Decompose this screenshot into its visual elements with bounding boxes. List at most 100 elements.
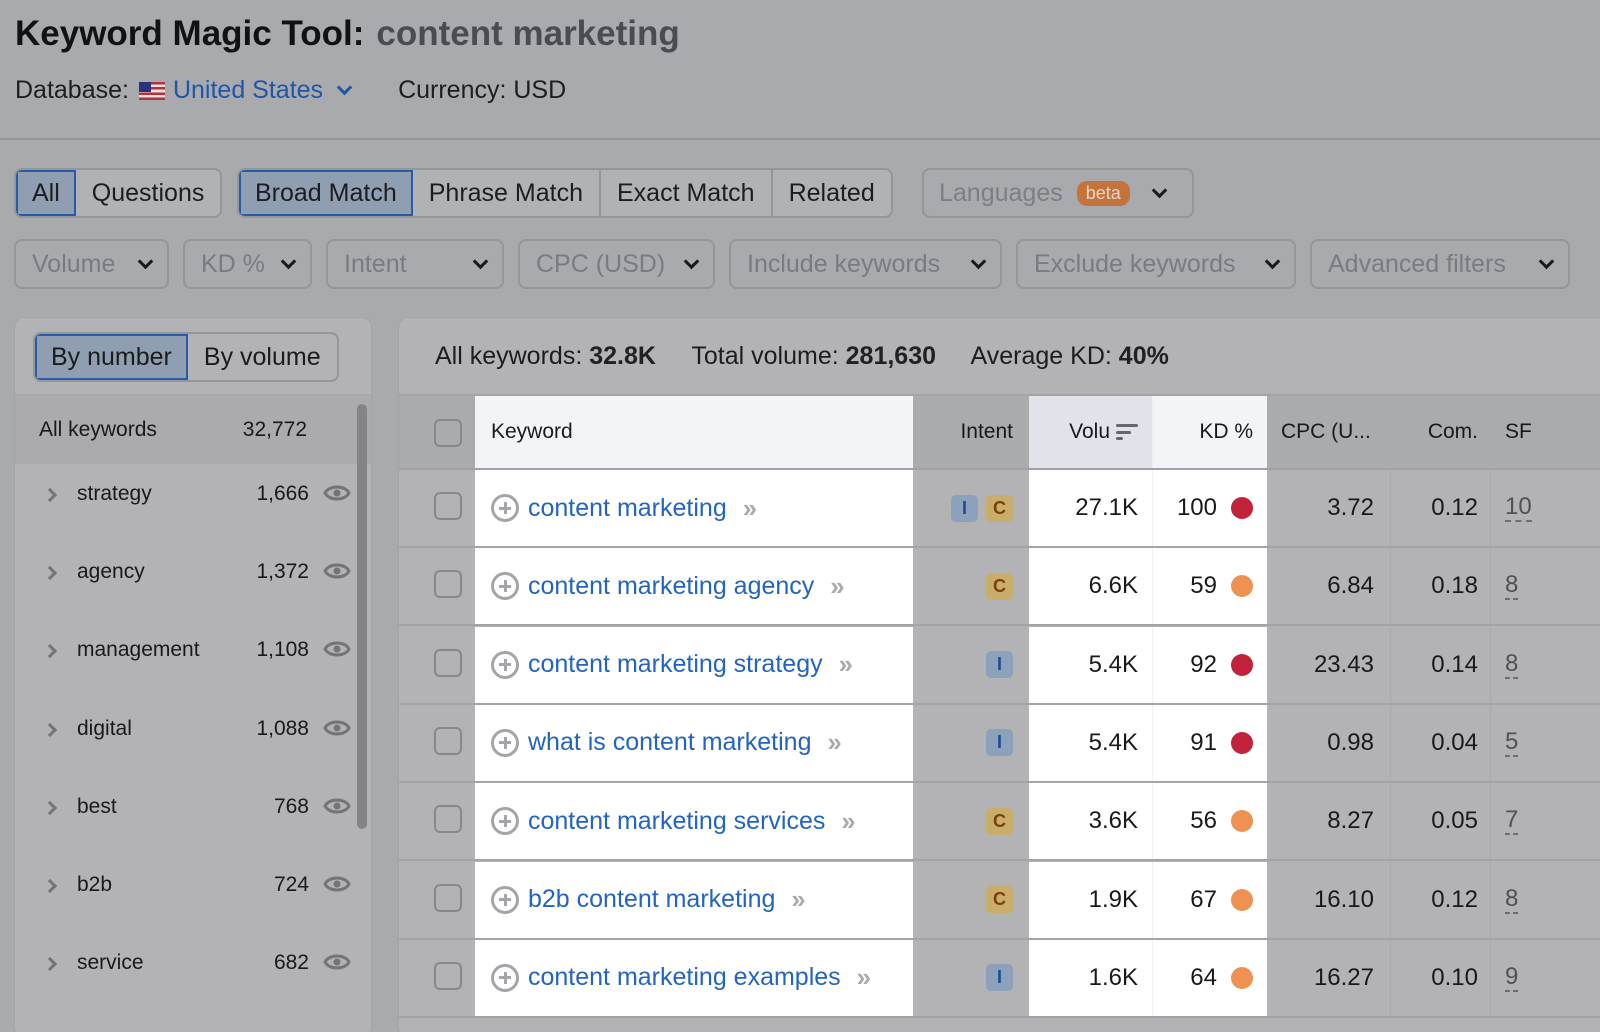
serp-features-link[interactable]: 10	[1505, 494, 1532, 522]
row-checkbox[interactable]	[434, 648, 462, 677]
intent-badge[interactable]: C	[986, 572, 1013, 600]
keyword-link[interactable]: b2b content marketing	[528, 885, 775, 914]
keyword-link[interactable]: what is content marketing	[528, 728, 811, 757]
keyword-group-item[interactable]: agency 1,372	[15, 542, 359, 620]
chevron-right-icon[interactable]	[42, 566, 58, 581]
add-to-list-icon[interactable]	[491, 885, 519, 914]
keyword-link[interactable]: content marketing strategy	[528, 650, 823, 679]
serp-features-link[interactable]: 8	[1505, 572, 1519, 601]
add-to-list-icon[interactable]	[491, 728, 519, 757]
keyword-group-item[interactable]: b2b 724	[15, 855, 359, 933]
by-number-button[interactable]: By number	[35, 334, 188, 380]
chevron-right-icon[interactable]	[42, 487, 58, 503]
chevron-right-icon[interactable]	[42, 722, 58, 737]
row-checkbox[interactable]	[434, 961, 462, 990]
tab-phrase-match[interactable]: Phrase Match	[413, 170, 601, 216]
languages-dropdown[interactable]: Languages beta	[922, 168, 1194, 218]
serp-features-link[interactable]: 5	[1505, 728, 1519, 757]
row-checkbox[interactable]	[434, 883, 462, 912]
intent-badge[interactable]: C	[986, 494, 1013, 522]
intent-cell: I	[913, 705, 1029, 781]
keyword-group-item[interactable]: management 1,108	[15, 620, 359, 698]
eye-icon[interactable]	[323, 478, 351, 508]
keyword-link[interactable]: content marketing agency	[528, 572, 814, 601]
intent-badge[interactable]: I	[951, 494, 978, 522]
filter-exclude-keywords[interactable]: Exclude keywords	[1016, 239, 1296, 289]
double-chevron-right-icon[interactable]: ››	[857, 962, 871, 993]
serp-features-link[interactable]: 7	[1505, 807, 1519, 836]
eye-icon[interactable]	[323, 556, 351, 586]
eye-icon[interactable]	[323, 634, 351, 664]
tab-all[interactable]: All	[16, 170, 76, 216]
by-volume-button[interactable]: By volume	[188, 334, 337, 380]
serp-features-link[interactable]: 9	[1505, 963, 1519, 992]
double-chevron-right-icon[interactable]: ››	[839, 649, 853, 680]
summary-bar: All keywords: 32.8K Total volume: 281,63…	[435, 342, 1169, 371]
add-to-list-icon[interactable]	[491, 650, 519, 679]
intent-badge[interactable]: I	[986, 651, 1013, 679]
header-kd[interactable]: KD %	[1153, 396, 1267, 468]
eye-icon[interactable]	[323, 713, 351, 743]
filter-advanced[interactable]: Advanced filters	[1310, 239, 1570, 289]
row-checkbox[interactable]	[434, 492, 462, 520]
select-all-checkbox[interactable]	[434, 419, 462, 447]
double-chevron-right-icon[interactable]: ››	[827, 727, 841, 758]
keyword-link[interactable]: content marketing	[528, 494, 727, 523]
keyword-group-item[interactable]: digital 1,088	[15, 699, 359, 777]
header-competition[interactable]: Com.	[1391, 396, 1491, 468]
filter-kd[interactable]: KD %	[183, 239, 312, 289]
serp-features-link[interactable]: 8	[1505, 885, 1519, 914]
header-cpc[interactable]: CPC (U...	[1267, 396, 1391, 468]
eye-icon[interactable]	[323, 791, 351, 821]
database-selector[interactable]: United States	[173, 76, 323, 105]
add-to-list-icon[interactable]	[491, 807, 519, 836]
intent-badge[interactable]: C	[986, 807, 1013, 835]
row-checkbox[interactable]	[434, 570, 462, 599]
row-checkbox[interactable]	[434, 805, 462, 834]
intent-badge[interactable]: I	[986, 964, 1013, 992]
double-chevron-right-icon[interactable]: ››	[791, 884, 805, 915]
double-chevron-right-icon[interactable]: ››	[830, 571, 844, 602]
serp-features-link[interactable]: 8	[1505, 650, 1519, 679]
add-to-list-icon[interactable]	[491, 494, 519, 522]
add-to-list-icon[interactable]	[491, 572, 519, 601]
header-volume[interactable]: Volu	[1029, 396, 1153, 468]
double-chevron-right-icon[interactable]: ››	[841, 806, 855, 837]
header-intent[interactable]: Intent	[913, 396, 1029, 468]
table-row: content marketing strategy ›› I 5.4K 92 23.43…	[399, 626, 1600, 705]
double-chevron-right-icon[interactable]: ››	[743, 493, 757, 524]
kd-value: 92	[1190, 650, 1217, 678]
header-keyword[interactable]: Keyword	[475, 396, 913, 468]
header-serp-features[interactable]: SF	[1491, 396, 1600, 468]
volume-cell: 6.6K	[1029, 548, 1153, 625]
filter-intent[interactable]: Intent	[326, 239, 504, 289]
tab-broad-match[interactable]: Broad Match	[239, 170, 413, 216]
chevron-right-icon[interactable]	[42, 800, 58, 815]
keyword-link[interactable]: content marketing examples	[528, 963, 841, 992]
keyword-group-item[interactable]: service 682	[15, 933, 359, 1011]
tab-exact-match[interactable]: Exact Match	[601, 170, 773, 216]
group-name: management	[77, 638, 200, 662]
keyword-group-item[interactable]: best 768	[15, 777, 359, 855]
filter-volume[interactable]: Volume	[14, 239, 169, 289]
chevron-right-icon[interactable]	[42, 878, 58, 894]
keyword-link[interactable]: content marketing services	[528, 807, 825, 836]
tab-questions[interactable]: Questions	[76, 170, 221, 216]
scrollbar[interactable]	[357, 404, 367, 829]
tab-related[interactable]: Related	[773, 170, 891, 216]
filter-cpc[interactable]: CPC (USD)	[518, 239, 715, 289]
intent-badge[interactable]: I	[986, 729, 1013, 757]
cpc-cell: 0.98	[1267, 704, 1391, 781]
eye-icon[interactable]	[323, 947, 351, 977]
chevron-down-icon[interactable]	[336, 79, 353, 96]
intent-badge[interactable]: C	[986, 886, 1013, 913]
all-keywords-group[interactable]: All keywords 32,772	[15, 396, 371, 464]
add-to-list-icon[interactable]	[491, 963, 519, 992]
keyword-group-item[interactable]: strategy 1,666	[15, 464, 359, 542]
chevron-right-icon[interactable]	[42, 644, 58, 659]
row-checkbox[interactable]	[434, 726, 462, 755]
chevron-right-icon[interactable]	[42, 957, 58, 972]
group-count: 768	[273, 794, 309, 818]
filter-include-keywords[interactable]: Include keywords	[729, 239, 1002, 289]
eye-icon[interactable]	[323, 869, 351, 899]
